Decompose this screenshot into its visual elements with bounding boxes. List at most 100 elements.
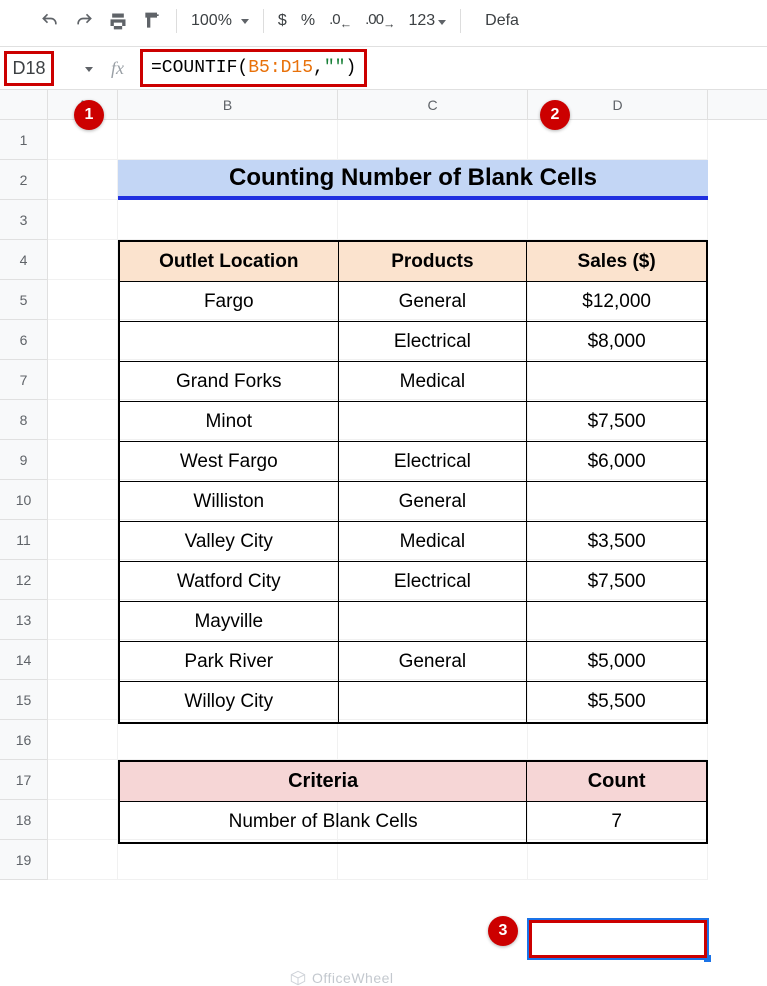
row-header[interactable]: 16 bbox=[0, 720, 48, 760]
name-box[interactable]: D18 bbox=[4, 51, 54, 86]
cell[interactable] bbox=[48, 800, 118, 840]
table-cell[interactable] bbox=[120, 322, 339, 362]
cell[interactable] bbox=[118, 840, 338, 880]
table-cell[interactable]: Electrical bbox=[339, 562, 528, 602]
cell[interactable] bbox=[48, 560, 118, 600]
redo-icon[interactable] bbox=[74, 11, 94, 31]
table-cell[interactable]: Williston bbox=[120, 482, 339, 522]
table-cell[interactable] bbox=[339, 402, 528, 442]
col-header-C[interactable]: C bbox=[338, 90, 528, 119]
row-header[interactable]: 18 bbox=[0, 800, 48, 840]
table-cell[interactable]: Fargo bbox=[120, 282, 339, 322]
row-header[interactable]: 12 bbox=[0, 560, 48, 600]
table-cell[interactable]: Medical bbox=[339, 522, 528, 562]
paint-format-icon[interactable] bbox=[142, 11, 162, 31]
select-all-corner[interactable] bbox=[0, 90, 48, 119]
cell[interactable] bbox=[48, 280, 118, 320]
formula-input[interactable]: =COUNTIF(B5:D15,"") bbox=[140, 49, 367, 87]
name-box-dropdown[interactable] bbox=[82, 59, 93, 77]
table-cell[interactable] bbox=[527, 482, 706, 522]
cell[interactable] bbox=[528, 120, 708, 160]
cell[interactable] bbox=[48, 640, 118, 680]
cell[interactable] bbox=[528, 200, 708, 240]
increase-decimal-button[interactable]: .00→ bbox=[365, 11, 394, 31]
table-cell[interactable]: Willoy City bbox=[120, 682, 339, 722]
cell[interactable] bbox=[48, 720, 118, 760]
currency-button[interactable]: $ bbox=[278, 12, 287, 30]
table-cell[interactable]: $5,500 bbox=[527, 682, 706, 722]
table-cell[interactable]: $8,000 bbox=[527, 322, 706, 362]
print-icon[interactable] bbox=[108, 11, 128, 31]
cell[interactable] bbox=[48, 400, 118, 440]
row-header[interactable]: 15 bbox=[0, 680, 48, 720]
row-header[interactable]: 6 bbox=[0, 320, 48, 360]
table-cell[interactable] bbox=[339, 602, 528, 642]
cell[interactable] bbox=[48, 480, 118, 520]
cell[interactable] bbox=[118, 200, 338, 240]
table-cell[interactable] bbox=[527, 602, 706, 642]
table-cell[interactable]: Watford City bbox=[120, 562, 339, 602]
cell[interactable] bbox=[338, 200, 528, 240]
table-cell[interactable]: Medical bbox=[339, 362, 528, 402]
count-value[interactable]: 7 bbox=[527, 802, 706, 842]
table-cell[interactable]: General bbox=[339, 282, 528, 322]
cell[interactable] bbox=[48, 600, 118, 640]
row-header[interactable]: 13 bbox=[0, 600, 48, 640]
table-cell[interactable]: Electrical bbox=[339, 442, 528, 482]
row-header[interactable]: 4 bbox=[0, 240, 48, 280]
table-cell[interactable] bbox=[527, 362, 706, 402]
table-cell[interactable]: $5,000 bbox=[527, 642, 706, 682]
row-header[interactable]: 7 bbox=[0, 360, 48, 400]
criteria-label[interactable]: Number of Blank Cells bbox=[120, 802, 527, 842]
table-cell[interactable]: Valley City bbox=[120, 522, 339, 562]
cell[interactable] bbox=[48, 320, 118, 360]
row-header[interactable]: 19 bbox=[0, 840, 48, 880]
table-cell[interactable]: $7,500 bbox=[527, 562, 706, 602]
undo-icon[interactable] bbox=[40, 11, 60, 31]
row-header[interactable]: 10 bbox=[0, 480, 48, 520]
row-header[interactable]: 1 bbox=[0, 120, 48, 160]
cell[interactable] bbox=[338, 120, 528, 160]
table-cell[interactable]: Grand Forks bbox=[120, 362, 339, 402]
font-select[interactable]: Defa bbox=[485, 12, 519, 30]
row-header[interactable]: 17 bbox=[0, 760, 48, 800]
percent-button[interactable]: % bbox=[301, 12, 315, 30]
table-cell[interactable]: $3,500 bbox=[527, 522, 706, 562]
table-cell[interactable]: Minot bbox=[120, 402, 339, 442]
table-cell[interactable]: Park River bbox=[120, 642, 339, 682]
cell[interactable] bbox=[48, 680, 118, 720]
row-header[interactable]: 9 bbox=[0, 440, 48, 480]
row-header[interactable]: 8 bbox=[0, 400, 48, 440]
cell[interactable] bbox=[338, 720, 528, 760]
cell[interactable] bbox=[48, 440, 118, 480]
table-cell[interactable]: Mayville bbox=[120, 602, 339, 642]
number-format-select[interactable]: 123 bbox=[408, 12, 446, 30]
table-cell[interactable] bbox=[339, 682, 528, 722]
cell[interactable] bbox=[48, 160, 118, 200]
cell[interactable] bbox=[118, 120, 338, 160]
cell[interactable] bbox=[48, 240, 118, 280]
row-header[interactable]: 14 bbox=[0, 640, 48, 680]
table-cell[interactable]: West Fargo bbox=[120, 442, 339, 482]
decrease-decimal-button[interactable]: .0← bbox=[329, 11, 351, 31]
cell[interactable] bbox=[48, 360, 118, 400]
cell[interactable] bbox=[528, 840, 708, 880]
table-cell[interactable]: General bbox=[339, 482, 528, 522]
cell[interactable] bbox=[48, 760, 118, 800]
cell[interactable] bbox=[118, 720, 338, 760]
table-cell[interactable]: General bbox=[339, 642, 528, 682]
cell[interactable] bbox=[338, 840, 528, 880]
table-cell[interactable]: $12,000 bbox=[527, 282, 706, 322]
row-header[interactable]: 5 bbox=[0, 280, 48, 320]
col-header-B[interactable]: B bbox=[118, 90, 338, 119]
table-cell[interactable]: $6,000 bbox=[527, 442, 706, 482]
table-cell[interactable]: $7,500 bbox=[527, 402, 706, 442]
cell[interactable] bbox=[48, 120, 118, 160]
row-header[interactable]: 3 bbox=[0, 200, 48, 240]
zoom-select[interactable]: 100% bbox=[191, 12, 249, 30]
row-header[interactable]: 11 bbox=[0, 520, 48, 560]
row-header[interactable]: 2 bbox=[0, 160, 48, 200]
cell[interactable] bbox=[48, 200, 118, 240]
cell[interactable] bbox=[528, 720, 708, 760]
cell[interactable] bbox=[48, 520, 118, 560]
